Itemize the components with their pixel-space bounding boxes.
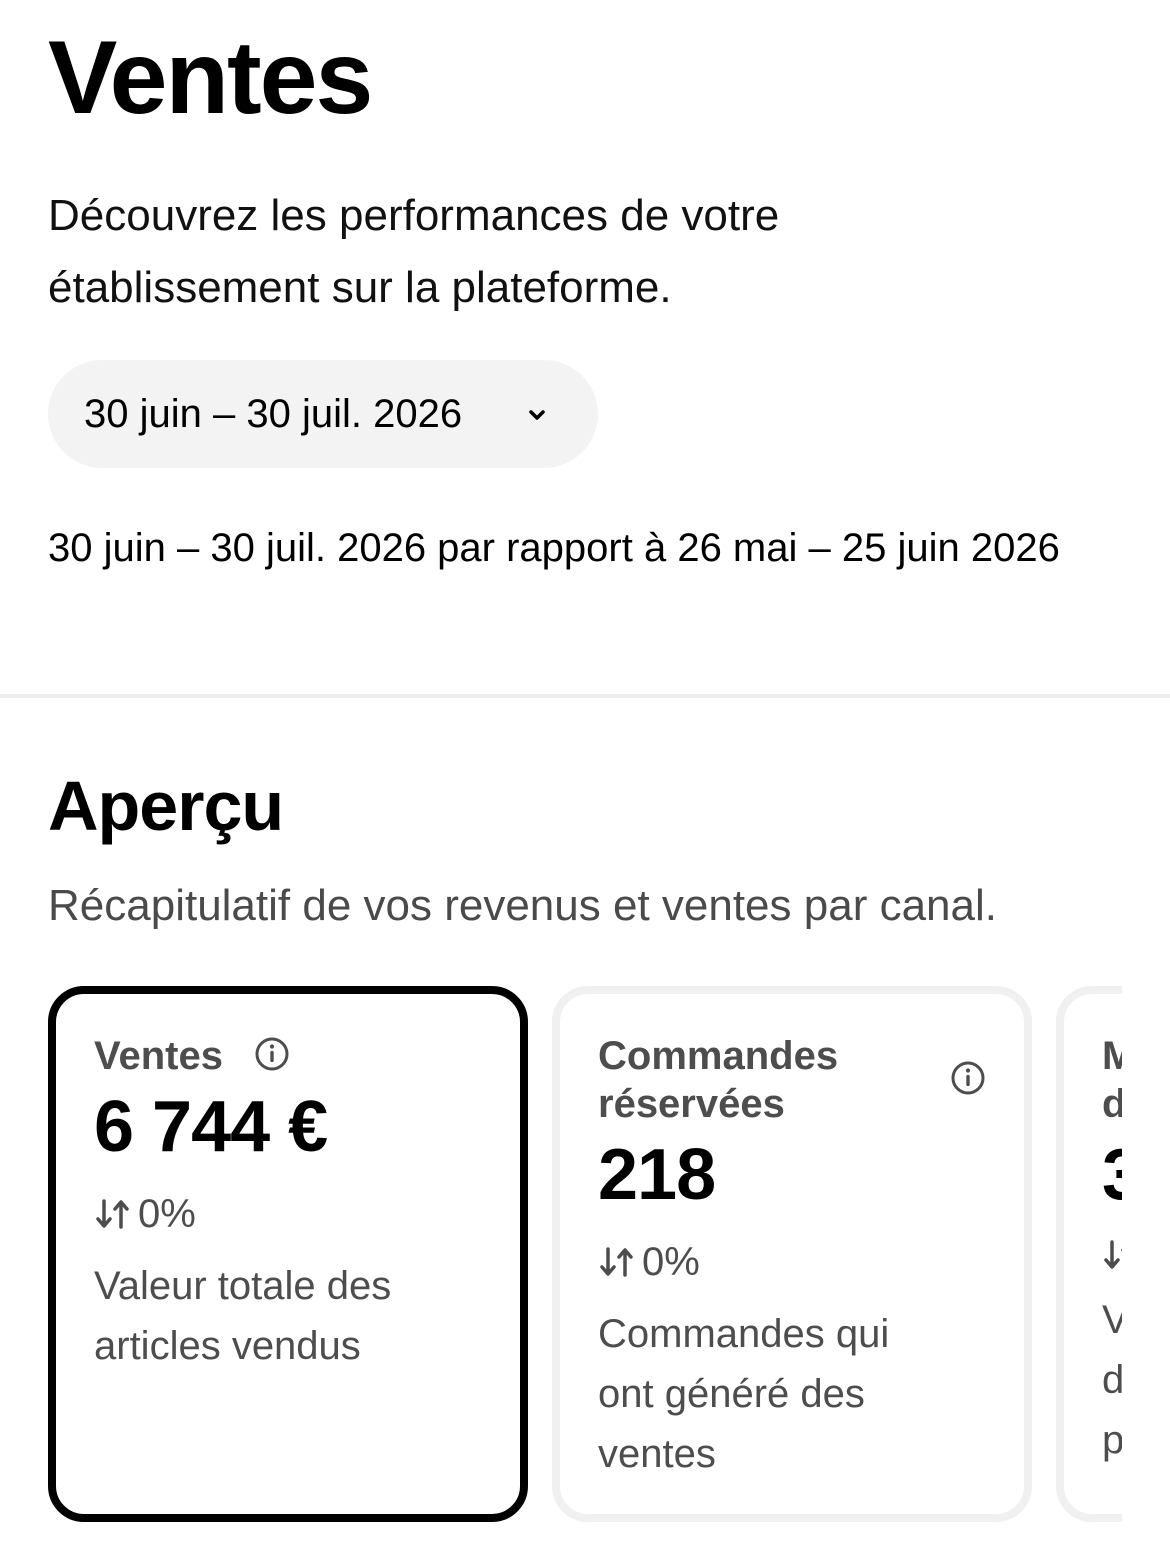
metric-card-partial[interactable]: M d 3 V d p (1056, 986, 1122, 1522)
up-down-arrows-icon (96, 1199, 129, 1229)
up-down-arrows-icon (600, 1247, 633, 1277)
metric-description: Valeur totale des articles vendus (94, 1264, 392, 1368)
metric-description: V d p (1102, 1298, 1122, 1462)
overview-subtitle: Récapitulatif de vos revenus et ventes p… (48, 881, 997, 930)
info-icon[interactable] (950, 1060, 986, 1096)
metric-cards-carousel[interactable]: Ventes 6 744 € 0% Valeur totale des arti… (48, 986, 1122, 1526)
metric-change: 0% (598, 1238, 986, 1286)
metric-change: 0% (94, 1190, 482, 1238)
date-range-select[interactable]: 30 juin – 30 juil. 2026 (48, 360, 598, 468)
info-icon[interactable] (254, 1036, 290, 1072)
metric-label: M d (1102, 1034, 1122, 1126)
metric-card-orders[interactable]: Commandes réservées 218 0% Commandes qui… (552, 986, 1032, 1522)
sales-page: Ventes Découvrez les performances de vot… (0, 0, 1170, 1564)
overview-title: Aperçu (48, 767, 284, 845)
page-title: Ventes (48, 20, 373, 136)
metric-value: 6 744 € (94, 1087, 328, 1167)
metric-label: Ventes (94, 1034, 223, 1078)
metric-change (1102, 1238, 1122, 1272)
metric-description: Commandes qui ont généré des ventes (598, 1312, 890, 1476)
chevron-down-icon (529, 410, 545, 420)
up-down-arrows-icon (1104, 1240, 1122, 1269)
metric-change-value: 0% (138, 1192, 196, 1236)
date-range-label: 30 juin – 30 juil. 2026 (84, 391, 463, 436)
metric-label: Commandes réservées (598, 1034, 839, 1126)
metric-card-sales[interactable]: Ventes 6 744 € 0% Valeur totale des arti… (48, 986, 528, 1522)
metric-value: 218 (598, 1135, 716, 1215)
section-divider (0, 694, 1170, 698)
metric-value: 3 (1102, 1132, 1122, 1218)
comparison-text: 30 juin – 30 juil. 2026 par rapport à 26… (48, 526, 1060, 570)
metric-change-value: 0% (642, 1240, 700, 1284)
page-subtitle: Découvrez les performances de votre étab… (48, 191, 780, 312)
